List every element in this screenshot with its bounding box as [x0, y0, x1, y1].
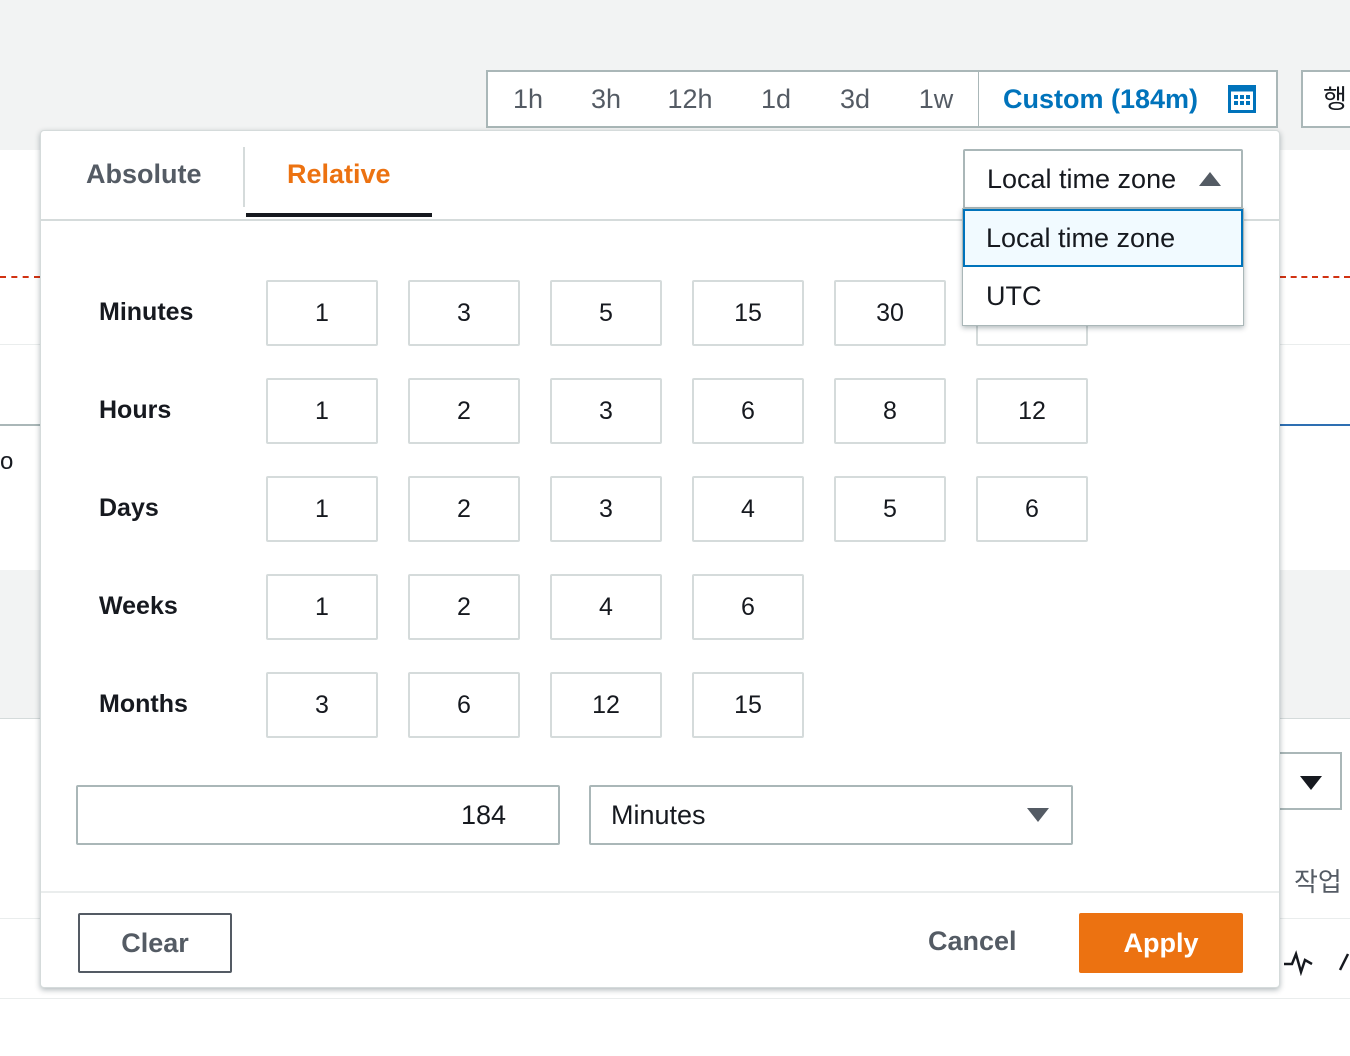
calendar-icon[interactable]: [1228, 85, 1257, 113]
value-button[interactable]: 30: [834, 280, 946, 346]
value-button[interactable]: 12: [550, 672, 662, 738]
timezone-select-value: Local time zone: [987, 164, 1177, 194]
divider: [0, 998, 1350, 999]
value-button[interactable]: 15: [692, 672, 804, 738]
range-12h[interactable]: 12h: [644, 84, 736, 115]
unit-row-days: Days 1 2 3 4 5 6: [41, 476, 1279, 542]
range-1d[interactable]: 1d: [736, 84, 816, 115]
metric-line: [1280, 424, 1350, 426]
value-button[interactable]: 3: [550, 378, 662, 444]
unit-label: Weeks: [99, 592, 178, 620]
timezone-select[interactable]: Local time zone: [963, 149, 1243, 209]
value-button[interactable]: 6: [692, 574, 804, 640]
range-1w[interactable]: 1w: [894, 84, 978, 115]
range-3h[interactable]: 3h: [568, 84, 644, 115]
value-button[interactable]: 2: [408, 378, 520, 444]
value-button[interactable]: 15: [692, 280, 804, 346]
metric-line: [0, 424, 42, 426]
timezone-dropdown-menu: Local time zone UTC: [962, 208, 1244, 326]
value-button[interactable]: 2: [408, 476, 520, 542]
value-button[interactable]: 8: [834, 378, 946, 444]
value-button[interactable]: 12: [976, 378, 1088, 444]
value-button[interactable]: 1: [266, 378, 378, 444]
threshold-line: [0, 276, 40, 278]
threshold-line: [1280, 276, 1350, 278]
duration-unit-value: Minutes: [611, 800, 706, 830]
chevron-down-icon: [1027, 808, 1049, 822]
cancel-button[interactable]: Cancel: [928, 926, 1017, 957]
value-button[interactable]: 5: [550, 280, 662, 346]
popover-footer: Clear Cancel Apply: [41, 891, 1279, 989]
range-3d[interactable]: 3d: [816, 84, 894, 115]
value-button[interactable]: 3: [408, 280, 520, 346]
background-select[interactable]: [1280, 752, 1342, 810]
date-range-picker-popover: Absolute Relative Local time zone Local …: [40, 130, 1280, 988]
unit-label: Minutes: [99, 298, 194, 326]
chevron-down-icon: [1300, 776, 1322, 790]
unit-label: Hours: [99, 396, 172, 424]
chevron-up-icon: [1199, 172, 1221, 186]
apply-button[interactable]: Apply: [1079, 913, 1243, 973]
active-tab-indicator: [246, 213, 432, 217]
tab-relative[interactable]: Relative: [287, 159, 391, 190]
value-button[interactable]: 2: [408, 574, 520, 640]
tab-absolute[interactable]: Absolute: [86, 159, 202, 190]
duration-amount-input[interactable]: 184: [76, 785, 560, 845]
value-button[interactable]: 6: [976, 476, 1088, 542]
value-button[interactable]: 1: [266, 574, 378, 640]
clear-button[interactable]: Clear: [78, 913, 232, 973]
axis-fragment: o: [0, 448, 14, 475]
time-range-selector: 1h 3h 12h 1d 3d 1w Custom (184m): [486, 70, 1278, 128]
value-button[interactable]: 3: [266, 672, 378, 738]
range-divider: [978, 71, 979, 127]
unit-row-months: Months 3 6 12 15: [41, 672, 1279, 738]
row-button[interactable]: 행: [1301, 70, 1350, 128]
range-1h[interactable]: 1h: [488, 84, 568, 115]
actions-column-header: 작업: [1294, 867, 1342, 897]
value-button[interactable]: 4: [692, 476, 804, 542]
unit-row-weeks: Weeks 1 2 4 6: [41, 574, 1279, 640]
value-button[interactable]: 1: [266, 476, 378, 542]
tab-separator: [243, 147, 245, 207]
value-button[interactable]: 6: [408, 672, 520, 738]
unit-row-hours: Hours 1 2 3 6 8 12: [41, 378, 1279, 444]
value-button[interactable]: 5: [834, 476, 946, 542]
value-button[interactable]: 6: [692, 378, 804, 444]
value-button[interactable]: 1: [266, 280, 378, 346]
range-custom[interactable]: Custom (184m): [1003, 84, 1198, 115]
timezone-option-utc[interactable]: UTC: [963, 267, 1243, 325]
value-button[interactable]: 3: [550, 476, 662, 542]
sparkline-icon: [1284, 950, 1350, 976]
unit-label: Months: [99, 690, 188, 718]
value-button[interactable]: 4: [550, 574, 662, 640]
timezone-option-local[interactable]: Local time zone: [963, 209, 1243, 267]
unit-label: Days: [99, 494, 159, 522]
duration-unit-select[interactable]: Minutes: [589, 785, 1073, 845]
